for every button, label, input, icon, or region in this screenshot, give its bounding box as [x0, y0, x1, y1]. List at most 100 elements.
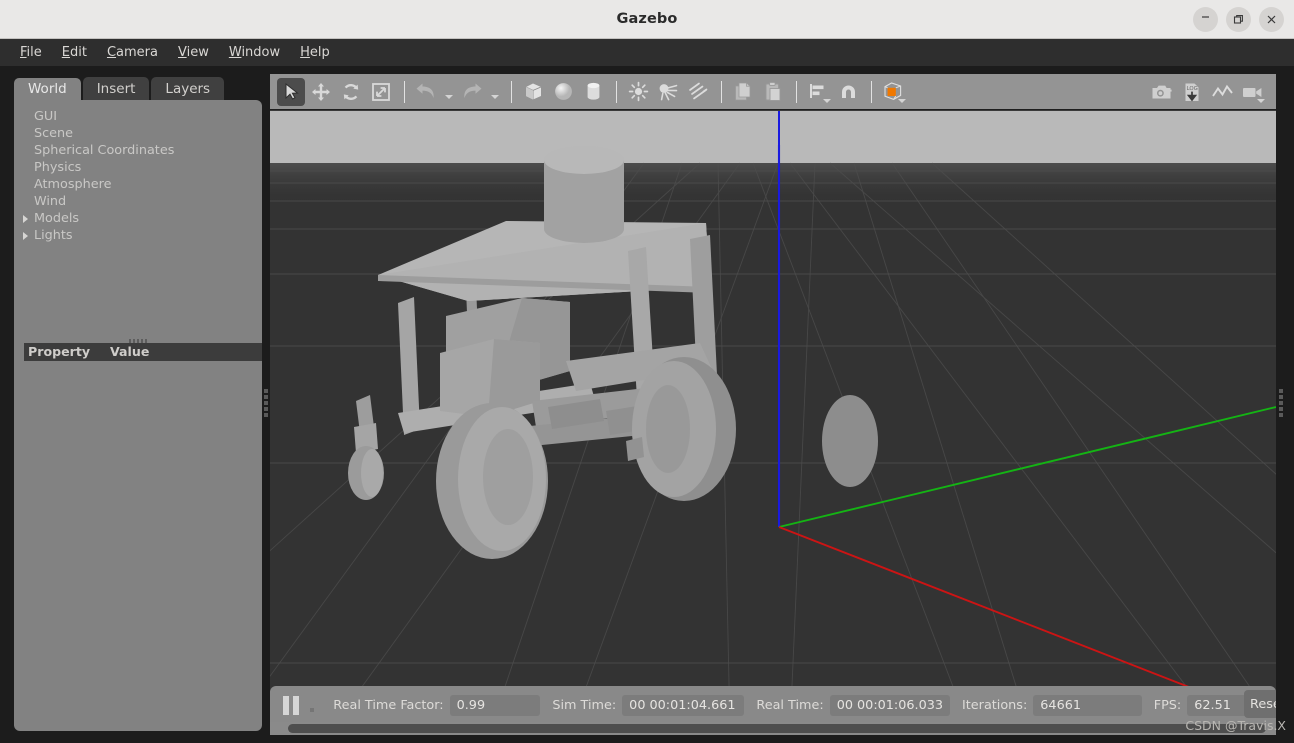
chevron-down-icon: [445, 94, 453, 99]
directional-light-button[interactable]: [684, 78, 712, 106]
box-icon: [523, 81, 544, 102]
plot-button[interactable]: [1208, 78, 1236, 106]
minimize-button[interactable]: [1193, 7, 1218, 32]
view-angle-button[interactable]: [879, 78, 907, 106]
wheel-front-right: [632, 357, 736, 501]
rotate-icon: [341, 82, 361, 102]
scale-mode-button[interactable]: [367, 78, 395, 106]
column-header-value: Value: [110, 343, 150, 359]
tab-layers[interactable]: Layers: [151, 76, 225, 102]
video-record-button[interactable]: [1238, 78, 1266, 106]
snap-button[interactable]: [834, 78, 862, 106]
tree-item-wind[interactable]: Wind: [16, 193, 260, 210]
left-splitter[interactable]: [261, 74, 270, 731]
insert-cylinder-button[interactable]: [579, 78, 607, 106]
directional-light-icon: [687, 81, 709, 102]
fps-label: FPS:: [1153, 697, 1182, 713]
world-panel-body: GUI Scene Spherical Coordinates Physics …: [14, 100, 262, 731]
grid-lines-depth: [270, 162, 1276, 731]
pause-button[interactable]: [278, 690, 304, 720]
menu-file[interactable]: File: [10, 42, 52, 63]
redo-button[interactable]: [458, 78, 486, 106]
cylinder-icon: [583, 81, 604, 102]
reset-button-label: Reset: [1250, 696, 1276, 712]
splitter-grip-icon: [1278, 388, 1283, 417]
tree-item-label: Spherical Coordinates: [34, 143, 175, 158]
chevron-right-icon[interactable]: [19, 213, 31, 225]
tree-item-physics[interactable]: Physics: [16, 159, 260, 176]
scale-icon: [371, 82, 391, 102]
tab-world[interactable]: World: [14, 77, 81, 102]
rotate-mode-button[interactable]: [337, 78, 365, 106]
menu-camera[interactable]: Camera: [97, 42, 168, 63]
column-header-property: Property: [28, 343, 91, 359]
undo-history-dropdown[interactable]: [442, 78, 456, 106]
close-button[interactable]: [1259, 7, 1284, 32]
toolbar-right-group: LOG: [1148, 74, 1268, 110]
redo-arrow-icon: [461, 82, 483, 102]
status-bar: Real Time Factor: 0.99 Sim Time: 00 00:0…: [270, 686, 1276, 724]
point-light-button[interactable]: [624, 78, 652, 106]
align-button[interactable]: [804, 78, 832, 106]
real-time-label: Real Time:: [756, 697, 824, 713]
tree-item-label: Lights: [34, 228, 73, 243]
menu-help[interactable]: Help: [290, 42, 340, 63]
tree-item-models[interactable]: Models: [16, 210, 260, 227]
tab-insert[interactable]: Insert: [82, 76, 150, 102]
spotlight-icon: [657, 81, 679, 102]
wheel-front-left: [436, 403, 548, 559]
real-time-value: 00 00:01:06.033: [829, 694, 951, 716]
undo-button[interactable]: [412, 78, 440, 106]
splitter-grip-icon: [263, 388, 268, 417]
select-mode-button[interactable]: [277, 77, 305, 106]
reset-button[interactable]: Reset: [1244, 690, 1276, 718]
insert-box-button[interactable]: [519, 78, 547, 106]
undo-arrow-icon: [415, 82, 437, 102]
left-panel: World Insert Layers GUI Scene Spherical …: [6, 74, 262, 731]
plot-line-icon: [1211, 83, 1234, 102]
menu-view[interactable]: View: [168, 42, 219, 63]
scene-graphics: [270, 145, 1276, 731]
screenshot-button[interactable]: [1148, 78, 1176, 106]
step-button[interactable]: [304, 690, 322, 720]
log-download-icon: LOG: [1182, 82, 1203, 103]
panel-tabs: World Insert Layers: [6, 74, 262, 102]
toolbar-separator: [511, 80, 512, 103]
insert-sphere-button[interactable]: [549, 78, 577, 106]
title-bar: Gazebo: [0, 0, 1294, 39]
scrollbar-thumb[interactable]: [288, 724, 1266, 733]
toolbar-separator: [404, 80, 405, 103]
copy-button[interactable]: [729, 78, 757, 106]
translate-mode-button[interactable]: [307, 78, 335, 106]
redo-history-dropdown[interactable]: [488, 78, 502, 106]
tree-item-atmosphere[interactable]: Atmosphere: [16, 176, 260, 193]
tree-item-scene[interactable]: Scene: [16, 125, 260, 142]
tree-item-spherical-coordinates[interactable]: Spherical Coordinates: [16, 142, 260, 159]
tree-item-lights[interactable]: Lights: [16, 227, 260, 244]
chevron-down-icon: [823, 98, 831, 103]
camera-icon: [1151, 83, 1174, 102]
tree-item-gui[interactable]: GUI: [16, 108, 260, 125]
caster-wheel-left: [348, 395, 384, 500]
horizontal-scrollbar[interactable]: [270, 722, 1276, 735]
paste-button[interactable]: [759, 78, 787, 106]
tree-item-label: Models: [34, 211, 80, 226]
real-time-factor-value: 0.99: [449, 694, 541, 716]
tree-item-label: Atmosphere: [34, 177, 112, 192]
tree-item-label: Scene: [34, 126, 74, 141]
chevron-right-icon[interactable]: [19, 230, 31, 242]
real-time-factor-label: Real Time Factor:: [333, 697, 444, 713]
right-splitter[interactable]: [1276, 74, 1285, 731]
toolbar-separator: [616, 80, 617, 103]
3d-viewport[interactable]: [270, 111, 1276, 731]
tree-item-label: GUI: [34, 109, 58, 124]
gazebo-window: Gazebo File Edit Camera View Window Help…: [0, 0, 1294, 743]
sim-time-label: Sim Time:: [552, 697, 617, 713]
menu-edit[interactable]: Edit: [52, 42, 97, 63]
world-tree[interactable]: GUI Scene Spherical Coordinates Physics …: [16, 108, 260, 338]
spot-light-button[interactable]: [654, 78, 682, 106]
maximize-button[interactable]: [1226, 7, 1251, 32]
toolbar-separator: [721, 80, 722, 103]
menu-window[interactable]: Window: [219, 42, 290, 63]
log-record-button[interactable]: LOG: [1178, 78, 1206, 106]
